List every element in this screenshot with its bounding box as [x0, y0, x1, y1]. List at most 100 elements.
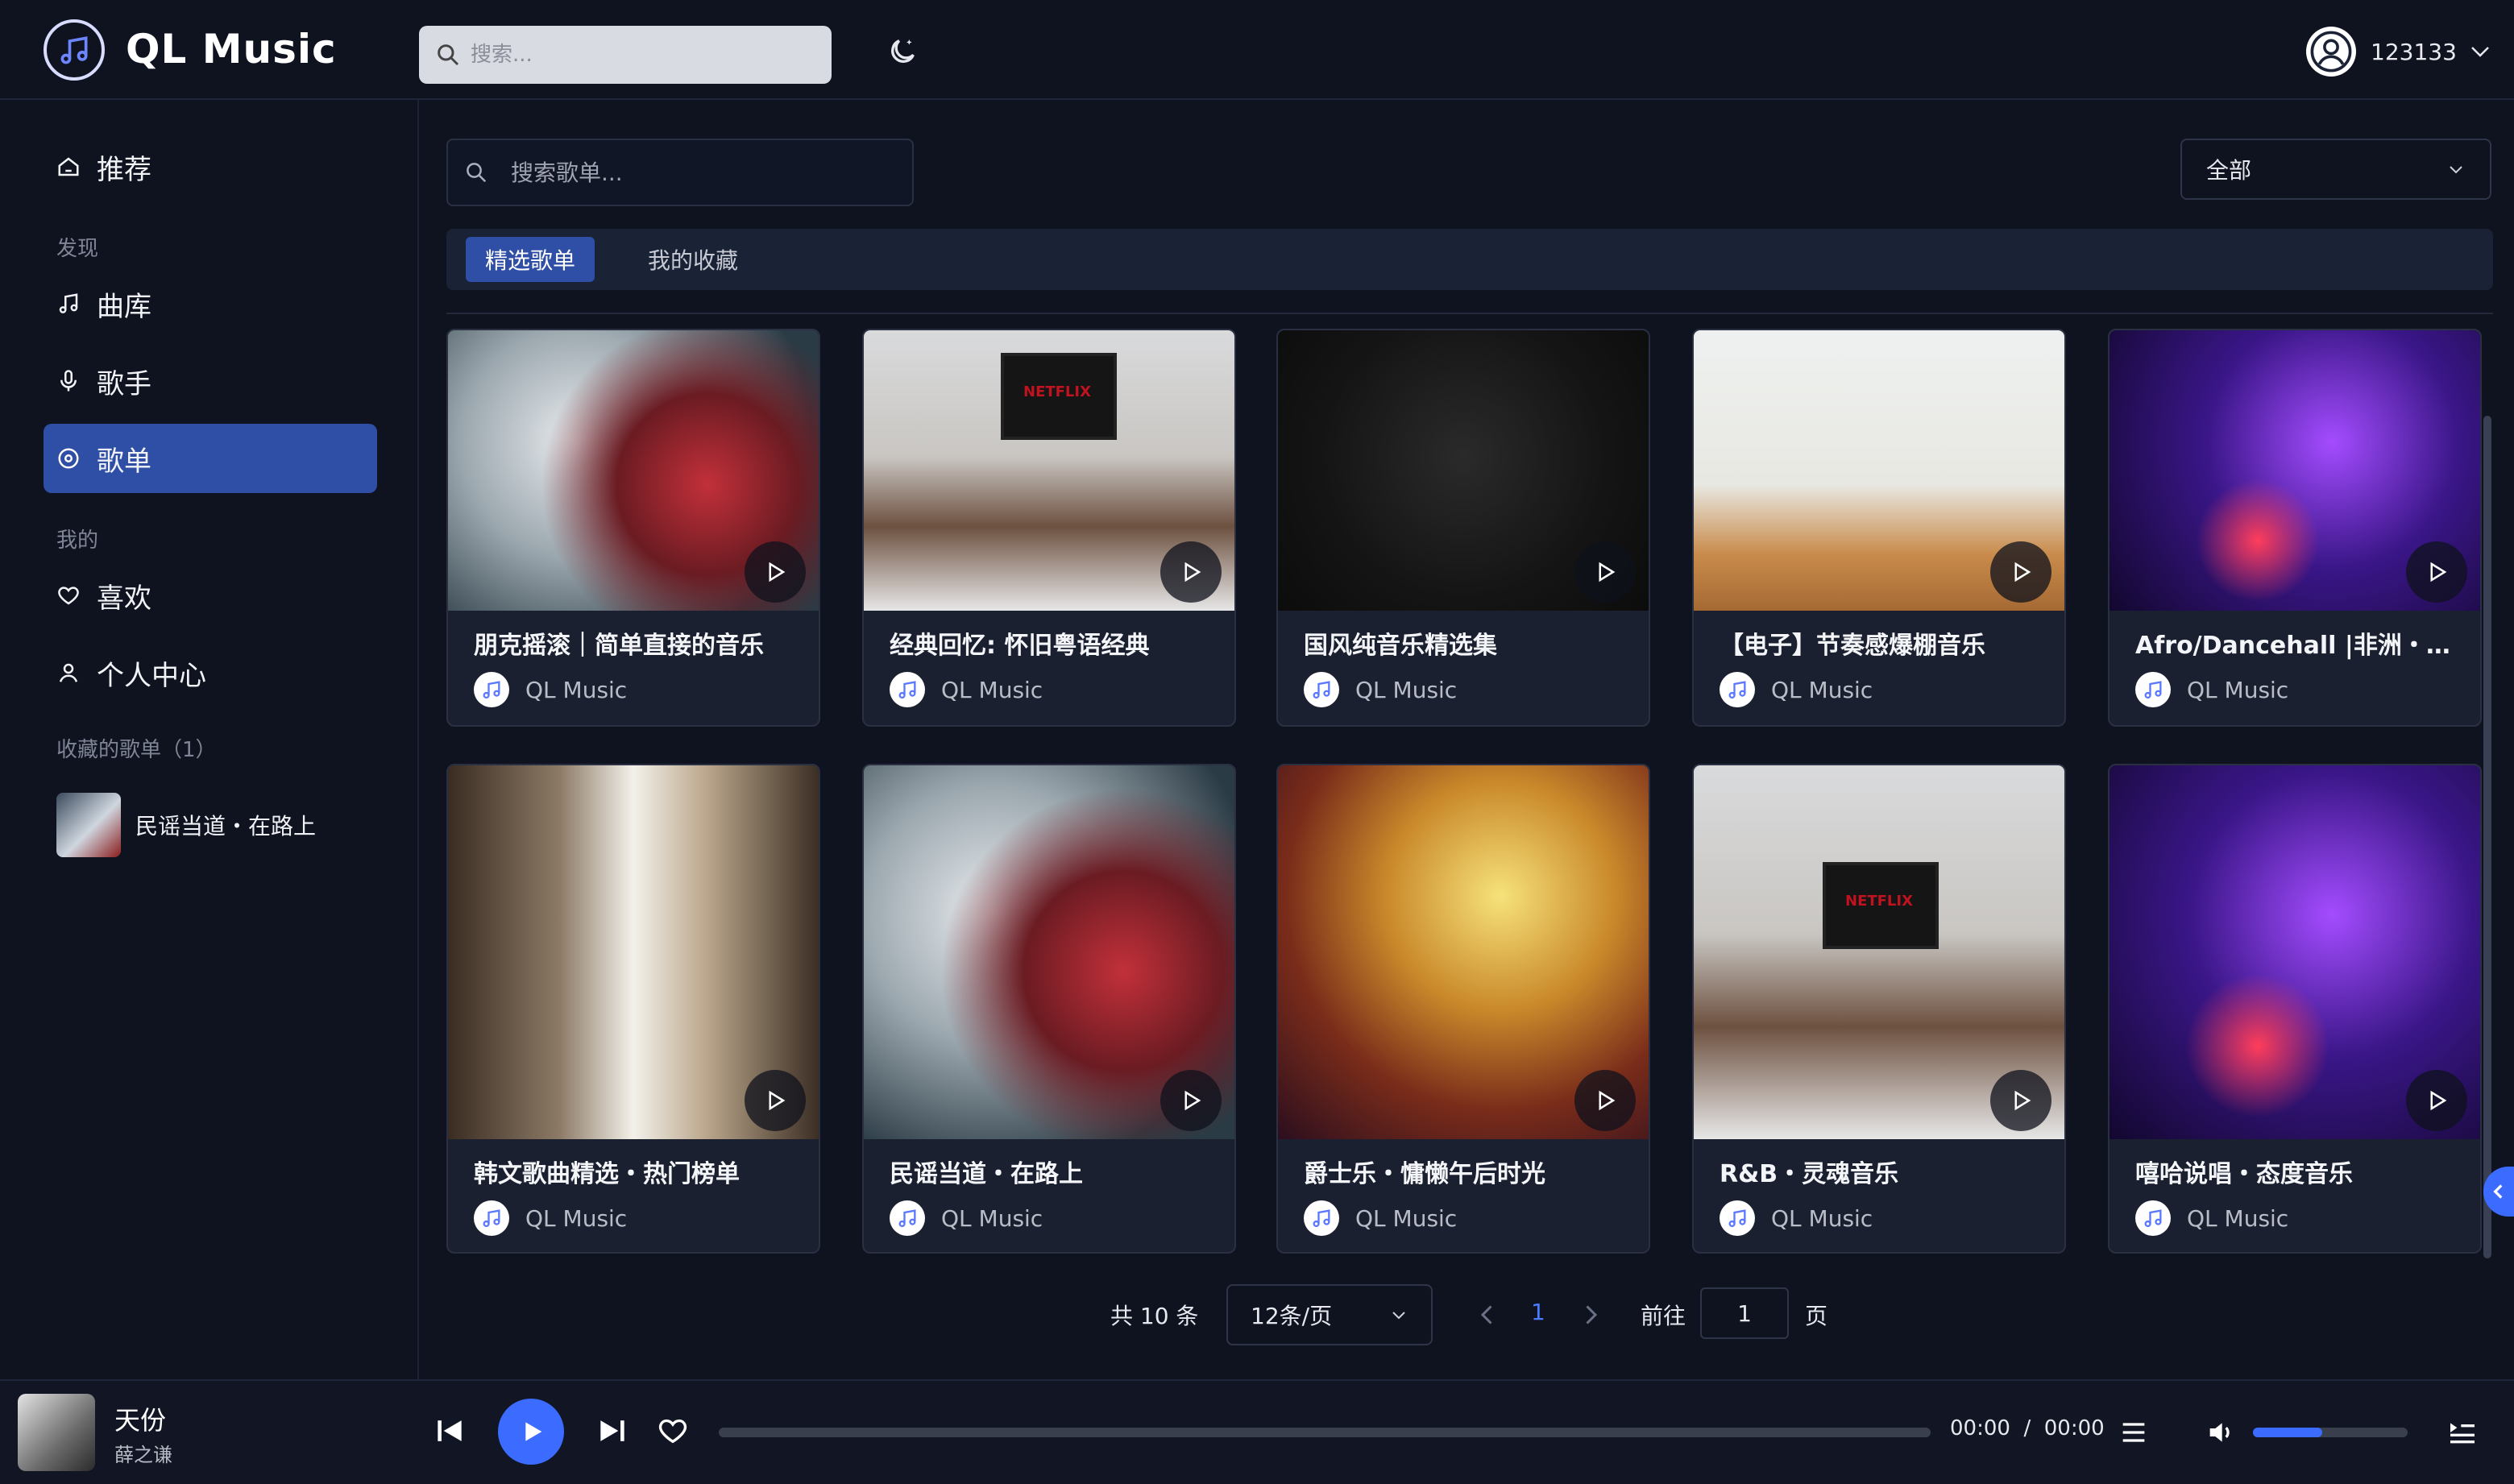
dark-mode-toggle-icon[interactable]: [886, 35, 919, 68]
playlist-title[interactable]: Afro/Dancehall |非洲・牙…: [2135, 625, 2458, 661]
username[interactable]: 123133: [2371, 39, 2457, 65]
music-logo-icon: [1720, 672, 1755, 707]
heart-icon: [58, 587, 79, 605]
user-menu[interactable]: 123133: [2306, 26, 2492, 77]
playlist-cover[interactable]: [1278, 765, 1649, 1139]
sidebar-item-label: 个人中心: [97, 659, 206, 692]
sidebar-item-label: 歌手: [97, 367, 151, 400]
playlist-card[interactable]: 朋克摇滚｜简单直接的音乐 QL Music: [446, 329, 820, 727]
playlist-card[interactable]: 韩文歌曲精选・热门榜单 QL Music: [446, 764, 820, 1254]
sidebar-item-label: 喜欢: [97, 582, 151, 615]
play-button[interactable]: [745, 541, 806, 603]
next-page-icon[interactable]: [1576, 1300, 1605, 1329]
playlist-title[interactable]: 韩文歌曲精选・热门榜单: [474, 1154, 796, 1189]
author-name: QL Music: [525, 676, 628, 703]
prev-page-icon[interactable]: [1473, 1300, 1502, 1329]
app-name[interactable]: QL Music: [126, 26, 337, 73]
playlist-title[interactable]: 朋克摇滚｜简单直接的音乐: [474, 625, 796, 661]
goto-page-input[interactable]: [1700, 1287, 1789, 1339]
play-button[interactable]: [2406, 541, 2467, 603]
playlist-cover[interactable]: [448, 330, 819, 611]
volume-slider[interactable]: [2253, 1428, 2408, 1437]
play-button[interactable]: [1574, 541, 1636, 603]
playlist-card[interactable]: NETFLIX 经典回忆: 怀旧粤语经典 QL Music: [862, 329, 1236, 727]
top-search-box[interactable]: [419, 26, 832, 84]
play-icon: [1599, 1090, 1616, 1111]
play-button[interactable]: [1160, 541, 1222, 603]
playback-progress-bar[interactable]: [719, 1428, 1931, 1437]
section-label-fav-playlists: 收藏的歌单（1）: [56, 738, 217, 762]
playlist-author: QL Music: [474, 1200, 819, 1236]
category-filter-select[interactable]: 全部: [2180, 139, 2491, 200]
playlist-search-input[interactable]: [509, 158, 899, 187]
chevron-down-icon[interactable]: [2468, 39, 2492, 64]
tab-my-favorites[interactable]: 我的收藏: [628, 237, 757, 282]
playlist-cover[interactable]: [448, 765, 819, 1139]
sidebar-item-library[interactable]: 曲库: [44, 269, 377, 338]
divider: [446, 313, 2493, 314]
playlist-title[interactable]: 经典回忆: 怀旧粤语经典: [890, 625, 1212, 661]
playlist-title[interactable]: 爵士乐・慵懒午后时光: [1304, 1154, 1626, 1189]
page-size-select[interactable]: 12条/页: [1226, 1284, 1433, 1345]
next-track-icon[interactable]: [595, 1413, 630, 1449]
playlist-cover[interactable]: [864, 765, 1234, 1139]
sidebar-item-singers[interactable]: 歌手: [44, 346, 377, 416]
logo-icon[interactable]: [44, 19, 105, 81]
playlist-card[interactable]: 民谣当道・在路上 QL Music: [862, 764, 1236, 1254]
sidebar-item-likes[interactable]: 喜欢: [44, 561, 377, 630]
playlist-search-box[interactable]: [446, 139, 914, 206]
playlist-title[interactable]: 民谣当道・在路上: [890, 1154, 1212, 1189]
play-button[interactable]: [1990, 541, 2051, 603]
play-button[interactable]: [2406, 1070, 2467, 1131]
queue-icon[interactable]: [2446, 1416, 2479, 1449]
page-suffix: 页: [1805, 1303, 1828, 1329]
playlist-card[interactable]: 国风纯音乐精选集 QL Music: [1276, 329, 1650, 727]
playlist-card[interactable]: Afro/Dancehall |非洲・牙… QL Music: [2108, 329, 2482, 727]
playlist-cover[interactable]: [1278, 330, 1649, 611]
avatar[interactable]: [2306, 27, 2356, 77]
play-pause-button[interactable]: [498, 1399, 564, 1465]
sidebar-fav-playlist-item[interactable]: 民谣当道・在路上: [56, 793, 316, 857]
music-logo-icon: [1720, 1200, 1755, 1236]
sidebar: 推荐 发现 曲库 歌手 歌单 我的 喜欢 个人中心 收藏的歌单（1） 民谣当道・…: [0, 100, 419, 1379]
playlist-cover[interactable]: [2110, 330, 2480, 611]
play-button[interactable]: [1990, 1070, 2051, 1131]
author-name: QL Music: [1355, 1204, 1458, 1232]
playlist-title[interactable]: R&B・灵魂音乐: [1720, 1154, 2042, 1189]
playlist-title[interactable]: 嘻哈说唱・态度音乐: [2135, 1154, 2458, 1189]
playlist-author: QL Music: [890, 672, 1234, 707]
sidebar-item-profile[interactable]: 个人中心: [44, 638, 377, 707]
now-playing-title[interactable]: 天份: [114, 1400, 166, 1437]
play-button[interactable]: [1574, 1070, 1636, 1131]
like-heart-icon[interactable]: [656, 1415, 690, 1447]
now-playing-cover[interactable]: [18, 1394, 95, 1471]
playlist-author: QL Music: [1720, 672, 2064, 707]
section-label-mine: 我的: [56, 529, 99, 553]
play-button[interactable]: [745, 1070, 806, 1131]
playlist-title[interactable]: 国风纯音乐精选集: [1304, 625, 1626, 661]
music-logo-icon: [474, 1200, 509, 1236]
playlist-cover[interactable]: [1694, 330, 2064, 611]
playlist-card[interactable]: 爵士乐・慵懒午后时光 QL Music: [1276, 764, 1650, 1254]
top-search-input[interactable]: [469, 42, 811, 68]
volume-icon[interactable]: [2205, 1416, 2237, 1449]
now-playing-artist[interactable]: 薛之谦: [114, 1439, 172, 1467]
play-button[interactable]: [1160, 1070, 1222, 1131]
scrollbar[interactable]: [2483, 416, 2491, 1258]
playlist-author: QL Music: [1304, 672, 1649, 707]
tab-featured[interactable]: 精选歌单: [466, 237, 595, 282]
playlist-cover[interactable]: NETFLIX: [864, 330, 1234, 611]
page-number-current[interactable]: 1: [1531, 1299, 1545, 1325]
sidebar-item-recommend[interactable]: 推荐: [44, 132, 377, 201]
tv-graphic: NETFLIX: [1001, 353, 1117, 440]
tv-brand-text: NETFLIX: [1845, 893, 1913, 910]
playlist-menu-icon[interactable]: [2118, 1416, 2150, 1449]
playlist-card[interactable]: NETFLIX R&B・灵魂音乐 QL Music: [1692, 764, 2066, 1254]
sidebar-item-playlists[interactable]: 歌单: [44, 424, 377, 493]
playlist-card[interactable]: 【电子】节奏感爆棚音乐 QL Music: [1692, 329, 2066, 727]
playlist-cover[interactable]: NETFLIX: [1694, 765, 2064, 1139]
previous-track-icon[interactable]: [432, 1413, 467, 1449]
playlist-cover[interactable]: [2110, 765, 2480, 1139]
playlist-title[interactable]: 【电子】节奏感爆棚音乐: [1720, 625, 2042, 661]
playlist-card[interactable]: 嘻哈说唱・态度音乐 QL Music: [2108, 764, 2482, 1254]
